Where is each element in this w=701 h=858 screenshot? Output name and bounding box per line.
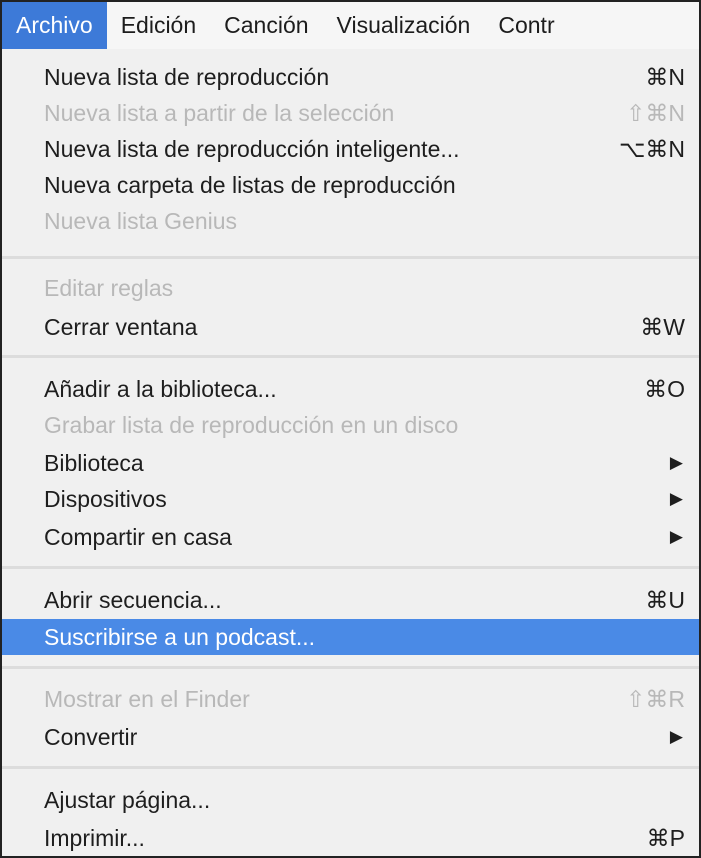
menu-item-shortcut: ⇧⌘R: [626, 686, 685, 712]
menu-visualizacion[interactable]: Visualización: [323, 2, 485, 49]
menu-item-label: Mostrar en el Finder: [44, 686, 250, 712]
menu-item-editar-reglas: Editar reglas: [2, 270, 699, 306]
menu-item-anadir-biblioteca[interactable]: Añadir a la biblioteca... ⌘O: [2, 371, 699, 407]
menu-item-label: Suscribirse a un podcast...: [44, 624, 316, 650]
menu-bar: Archivo Edición Canción Visualización Co…: [2, 2, 699, 49]
menu-separator: [2, 666, 699, 669]
menu-item-shortcut: ⌘W: [640, 314, 685, 340]
menu-item-convertir[interactable]: Convertir ▶: [2, 719, 699, 755]
menu-separator: [2, 766, 699, 769]
menu-item-label: Editar reglas: [44, 275, 174, 301]
menu-item-shortcut: ⌘O: [644, 376, 685, 402]
menu-item-nueva-lista[interactable]: Nueva lista de reproducción ⌘N: [2, 59, 699, 95]
menu-cancion[interactable]: Canción: [210, 2, 322, 49]
menu-item-mostrar-finder: Mostrar en el Finder ⇧⌘R: [2, 681, 699, 717]
menu-item-label: Imprimir...: [44, 825, 145, 851]
menu-item-biblioteca[interactable]: Biblioteca ▶: [2, 445, 699, 481]
menu-item-compartir-casa[interactable]: Compartir en casa ▶: [2, 519, 699, 555]
menu-item-shortcut: ⇧⌘N: [626, 100, 685, 126]
menu-item-label: Nueva lista a partir de la selección: [44, 100, 395, 126]
menu-item-label: Añadir a la biblioteca...: [44, 376, 277, 402]
menu-item-abrir-secuencia[interactable]: Abrir secuencia... ⌘U: [2, 582, 699, 618]
menu-item-label: Abrir secuencia...: [44, 587, 222, 613]
menu-item-label: Nueva lista Genius: [44, 208, 238, 234]
submenu-arrow-icon: ▶: [669, 527, 683, 546]
menu-item-shortcut: ⌘P: [646, 825, 685, 851]
menu-separator: [2, 256, 699, 259]
menu-item-nueva-genius: Nueva lista Genius: [2, 203, 699, 239]
menu-item-label: Ajustar página...: [44, 787, 211, 813]
menu-item-nueva-lista-inteligente[interactable]: Nueva lista de reproducción inteligente.…: [2, 131, 699, 167]
menu-item-label: Grabar lista de reproducción en un disco: [44, 412, 459, 438]
menu-item-label: Dispositivos: [44, 486, 167, 512]
menu-item-shortcut: ⌘N: [645, 64, 685, 90]
archivo-dropdown-menu: Nueva lista de reproducción ⌘N Nueva lis…: [2, 49, 699, 856]
app-window: Archivo Edición Canción Visualización Co…: [0, 0, 701, 858]
menu-item-shortcut: ⌘U: [645, 587, 685, 613]
menu-controles[interactable]: Contr: [484, 2, 568, 49]
menu-item-label: Biblioteca: [44, 450, 144, 476]
menu-item-nueva-carpeta[interactable]: Nueva carpeta de listas de reproducción: [2, 167, 699, 203]
menu-item-label: Nueva lista de reproducción: [44, 64, 330, 90]
menu-item-suscribirse-podcast[interactable]: Suscribirse a un podcast...: [2, 619, 699, 655]
menu-item-ajustar-pagina[interactable]: Ajustar página...: [2, 782, 699, 818]
menu-item-label: Nueva carpeta de listas de reproducción: [44, 172, 456, 198]
menu-item-label: Cerrar ventana: [44, 314, 198, 340]
submenu-arrow-icon: ▶: [669, 489, 683, 508]
menu-item-label: Nueva lista de reproducción inteligente.…: [44, 136, 460, 162]
menu-item-cerrar-ventana[interactable]: Cerrar ventana ⌘W: [2, 309, 699, 345]
menu-archivo[interactable]: Archivo: [2, 2, 107, 49]
menu-item-label: Compartir en casa: [44, 524, 232, 550]
menu-separator: [2, 355, 699, 358]
menu-item-nueva-lista-seleccion: Nueva lista a partir de la selección ⇧⌘N: [2, 95, 699, 131]
menu-item-label: Convertir: [44, 724, 138, 750]
menu-item-imprimir[interactable]: Imprimir... ⌘P: [2, 820, 699, 856]
menu-edicion[interactable]: Edición: [107, 2, 210, 49]
menu-item-dispositivos[interactable]: Dispositivos ▶: [2, 481, 699, 517]
menu-separator: [2, 566, 699, 569]
submenu-arrow-icon: ▶: [669, 727, 683, 746]
submenu-arrow-icon: ▶: [669, 453, 683, 472]
menu-item-shortcut: ⌥⌘N: [618, 136, 685, 162]
menu-item-grabar-lista: Grabar lista de reproducción en un disco: [2, 407, 699, 443]
